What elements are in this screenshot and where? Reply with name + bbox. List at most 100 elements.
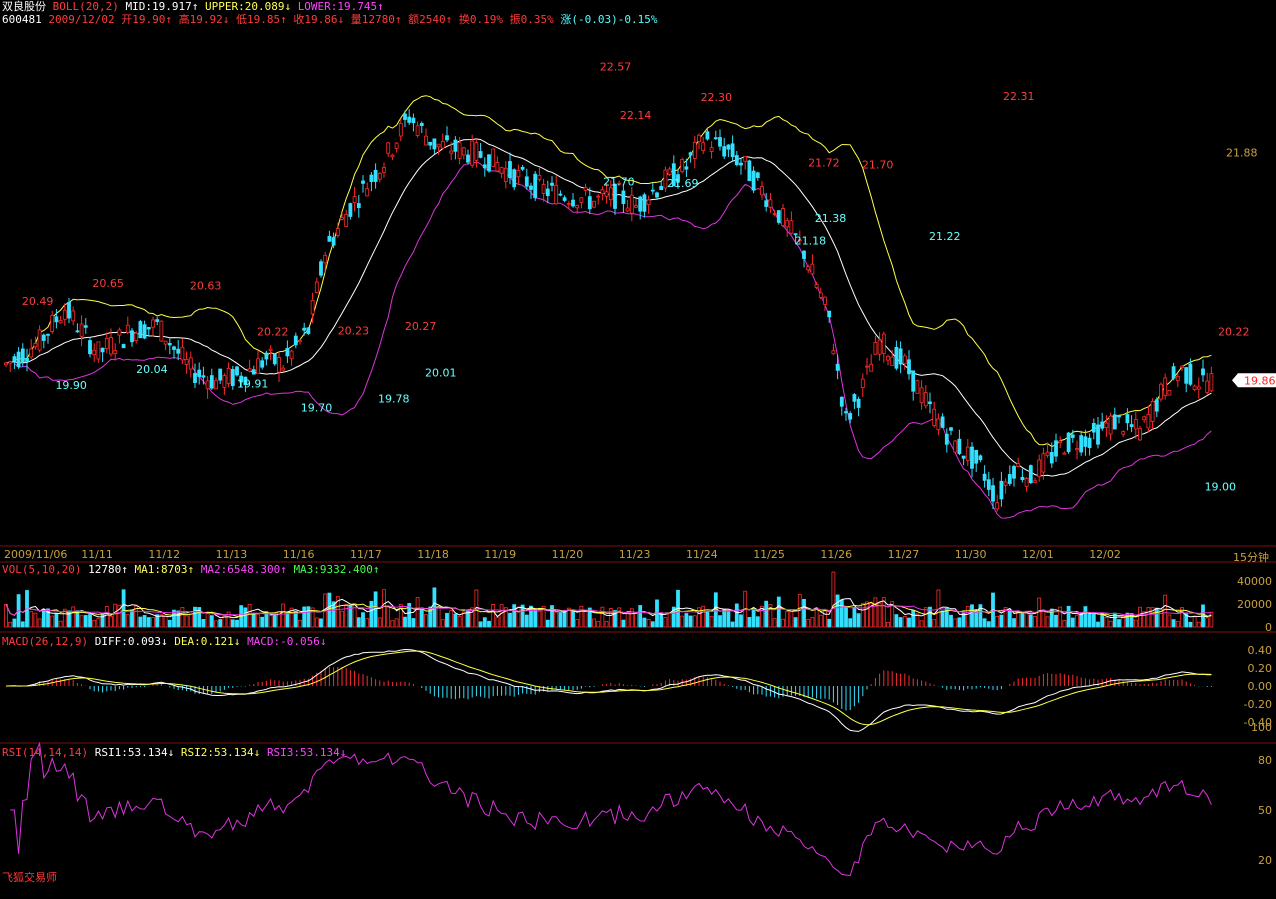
candle-body [919,387,924,404]
boll-header: 双良股份 BOLL(20,2) MID:19.917↑ UPPER:20.089… [2,0,384,13]
candle-body [138,321,143,339]
low-price-label: 19.70 [301,401,333,414]
quote-low: 低19.85↑ [235,13,287,26]
candle-body [461,147,466,156]
volume-bar [663,617,668,628]
volume-bar [457,616,462,628]
volume-bar [642,617,647,628]
candle-body [1079,435,1084,453]
candle-body [781,208,785,226]
candle-body [29,348,34,358]
period-label[interactable]: 15分钟 [1233,549,1269,565]
rsi2-value: RSI2:53.134↓ [180,746,261,759]
volume-bar [818,614,823,628]
candle-body [688,152,693,156]
volume-bar [839,599,844,628]
candle-body [256,358,260,375]
candle-body [1049,452,1054,464]
candle-body [197,369,202,377]
candle-body [1087,437,1092,449]
vol-tick-label: 20000 [1237,598,1272,611]
date-tick-label: 11/17 [350,548,382,561]
candle-body [1020,476,1025,480]
candle-body [33,343,38,348]
candle-body [205,380,210,390]
candle-body [709,147,714,152]
macd-tick-label: 0.20 [1248,662,1273,675]
candle-body [844,411,848,414]
candle-body [188,357,193,370]
candle-body [558,193,563,196]
candle-body [323,254,328,264]
low-price-label: 19.91 [237,378,269,391]
volume-bar [79,615,84,628]
volume-bar [205,612,210,628]
high-price-label: 20.22 [257,326,289,339]
candle-body [537,175,542,180]
candle-body [1192,385,1197,390]
date-tick-label: 2009/11/06 [4,548,67,561]
volume-bar [902,616,907,628]
macd-diff: DIFF:0.093↓ [94,635,168,648]
candle-body [424,135,428,146]
high-price-label: 22.14 [620,109,652,122]
volume-bar [1007,609,1012,628]
date-tick-label: 11/13 [216,548,248,561]
date-tick-label: 11/30 [955,548,987,561]
macd-tick-label: 0.00 [1248,680,1273,693]
candle-body [1012,466,1016,479]
volume-bar [1167,614,1172,628]
volume-bar [491,604,496,628]
candle-body [20,348,25,363]
candle-body [352,196,357,203]
low-price-label: 21.69 [667,177,699,190]
candle-body [348,203,353,217]
date-tick-label: 11/26 [820,548,852,561]
volume-bar [911,609,916,628]
candle-body [886,355,890,361]
volume-bar [419,607,424,628]
quote-turnover: 换0.19% [458,13,503,26]
candle-body [1184,367,1189,384]
volume-bar [974,610,979,628]
candle-body [978,455,983,461]
candle-body [369,174,374,182]
volume-bar [806,619,811,628]
candle-body [705,131,710,140]
volume-bar [235,619,239,628]
volume-bar [1012,618,1016,628]
candle-body [298,339,302,342]
volume-bar [785,611,790,628]
volume-bar [1100,612,1105,628]
volume-bar [667,612,672,628]
candle-body [289,350,294,360]
volume-bar [1096,621,1100,628]
candle-body [642,194,647,212]
candle-body [193,373,197,383]
date-tick-label: 12/02 [1089,548,1121,561]
candle-body [88,340,92,355]
volume-bar [856,613,861,628]
candle-body [1033,480,1037,483]
candle-body [827,310,832,318]
candle-body [911,370,916,392]
quote-volume: 量12780↑ [350,13,402,26]
boll-label: BOLL(20,2) [52,0,119,13]
candle-body [285,348,290,357]
volume-bar [957,617,962,628]
volume-bar [919,620,924,628]
candle-body [167,343,172,346]
candle-body [176,348,181,354]
candle-body [562,197,567,201]
volume-bar [377,617,382,628]
candle-body [785,220,790,228]
volume-bar [592,618,596,628]
volume-bar [562,609,567,628]
candle-body [1007,474,1012,484]
kline-chart-canvas[interactable]: 20.49 19.90 20.65 20.04 20.63 19.91 20.22 19.70… [0,0,1276,899]
candle-body [915,380,920,394]
candle-body [155,319,160,322]
candle-body [499,167,504,174]
candle-body [1150,400,1155,422]
candle-body [319,261,323,276]
